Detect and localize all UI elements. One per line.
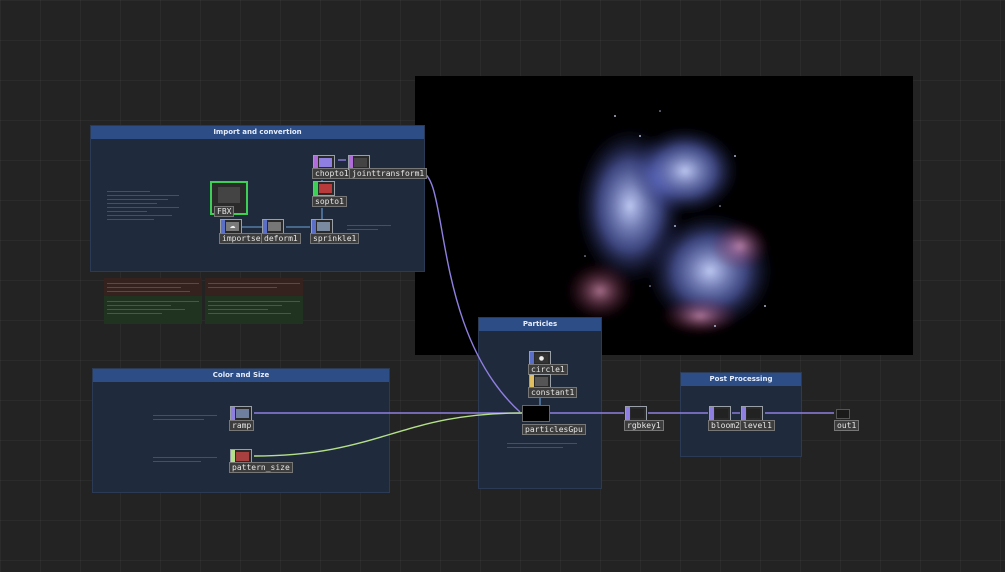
rgbkey1-node[interactable]: [625, 406, 647, 421]
importse-node[interactable]: ☁: [220, 219, 242, 234]
deform1-node[interactable]: [262, 219, 284, 234]
out1-node-label: out1: [834, 420, 860, 431]
sopto1-node[interactable]: [313, 181, 335, 196]
deform1-node-label: deform1: [261, 233, 301, 244]
pattern-size-node-label: pattern_size: [229, 462, 293, 473]
bloom2-node[interactable]: [709, 406, 731, 421]
chopto1-node-label: chopto1: [312, 168, 352, 179]
ramp-node-label: ramp: [229, 420, 255, 431]
jointtransform1-node-label: jointtransform1: [349, 168, 428, 179]
sprinkle1-node-label: sprinkle1: [310, 233, 360, 244]
fbx-thumbnail: [218, 187, 240, 203]
particlesgpu-node-label: particlesGpu: [522, 424, 586, 435]
constant1-node-label: constant1: [528, 387, 578, 398]
sopto1-node-label: sopto1: [312, 196, 347, 207]
cloud-icon: ☁: [226, 222, 239, 231]
circle-icon: ●: [535, 354, 548, 363]
bloom2-node-label: bloom2: [708, 420, 743, 431]
particlesgpu-node[interactable]: [522, 405, 550, 422]
level1-node-label: level1: [740, 420, 775, 431]
level1-node[interactable]: [741, 406, 763, 421]
ramp-node[interactable]: [230, 406, 252, 421]
node-wires: [242, 159, 834, 457]
rgbkey1-node-label: rgbkey1: [624, 420, 664, 431]
importse-node-label: importse: [219, 233, 264, 244]
fbx-node-label: FBX: [214, 206, 235, 217]
out1-node[interactable]: [836, 409, 850, 419]
sprinkle1-node[interactable]: [311, 219, 333, 234]
